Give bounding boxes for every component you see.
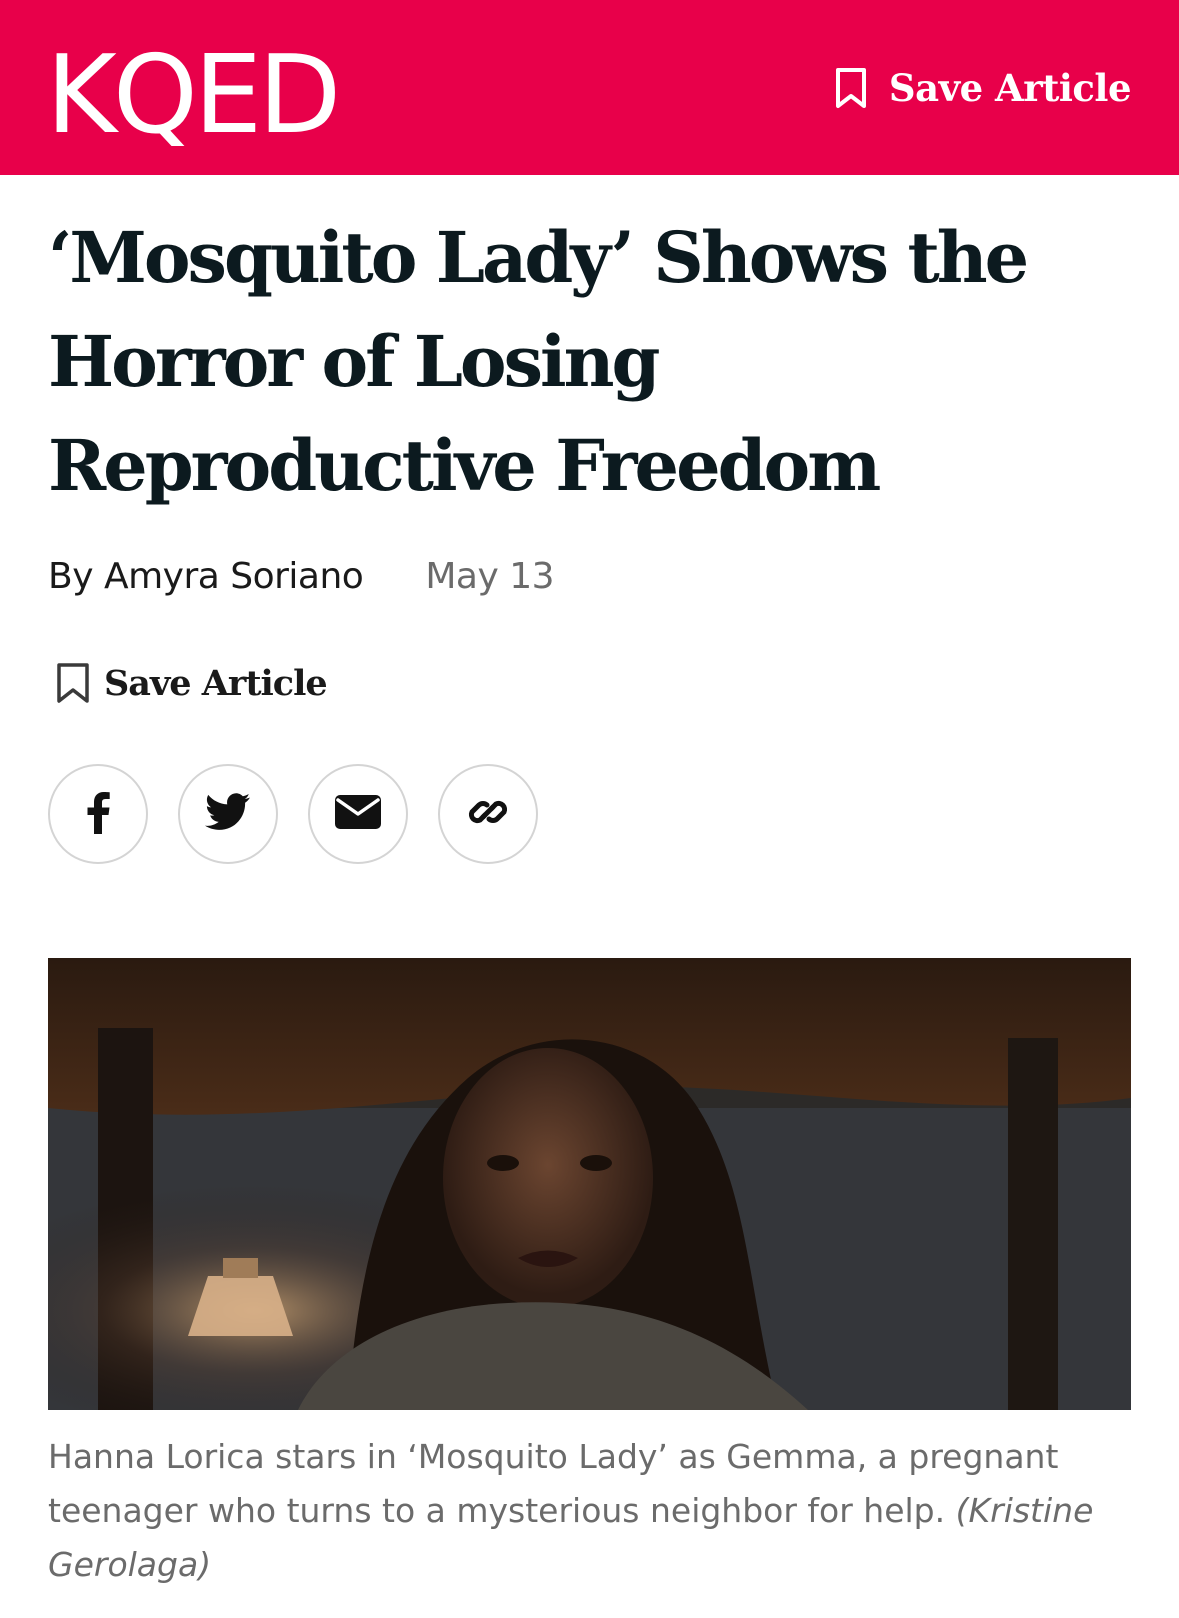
envelope-icon (335, 795, 381, 833)
facebook-icon (84, 790, 112, 838)
save-article-label: Save Article (104, 662, 328, 704)
site-header: KQED Save Article (0, 0, 1179, 175)
twitter-icon (205, 793, 251, 835)
caption-text: Hanna Lorica stars in ‘Mosquito Lady’ as… (48, 1437, 1059, 1530)
save-article-button[interactable]: Save Article (56, 662, 328, 704)
header-save-article-button[interactable]: Save Article (835, 66, 1132, 110)
link-icon (466, 790, 510, 838)
image-caption: Hanna Lorica stars in ‘Mosquito Lady’ as… (48, 1430, 1138, 1592)
bookmark-icon (835, 67, 867, 109)
share-email-button[interactable] (308, 764, 408, 864)
svg-text:KQED: KQED (46, 48, 337, 148)
publish-date: May 13 (425, 556, 555, 597)
header-save-article-label: Save Article (888, 66, 1132, 110)
share-buttons (48, 764, 538, 864)
article-headline: ‘Mosquito Lady’ Shows the Horror of Losi… (48, 216, 1029, 507)
share-facebook-button[interactable] (48, 764, 148, 864)
share-twitter-button[interactable] (178, 764, 278, 864)
film-still (48, 958, 1131, 1410)
bookmark-icon (56, 662, 90, 704)
copy-link-button[interactable] (438, 764, 538, 864)
byline: By Amyra Soriano May 13 (48, 556, 555, 597)
hero-image (48, 958, 1131, 1410)
kqed-logo[interactable]: KQED (46, 48, 356, 148)
author-name[interactable]: By Amyra Soriano (48, 556, 364, 597)
